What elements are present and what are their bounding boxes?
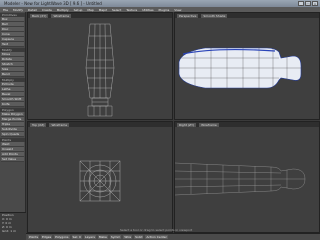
viewport-right[interactable]: Right (ZY) Wireframe xyxy=(174,121,320,233)
tool-button-bend[interactable]: Bend xyxy=(1,72,24,77)
menu-tab-multiply[interactable]: Multiply xyxy=(57,8,69,12)
tool-button-set-value[interactable]: Set Value xyxy=(1,157,24,162)
back-view-wireframe xyxy=(85,23,115,117)
menu-tab-detail[interactable]: Detail xyxy=(28,8,37,12)
view-type-dropdown[interactable]: Perspective xyxy=(177,13,199,18)
coord-readout: Grid: 1 m xyxy=(2,229,17,233)
coordinate-panel: Position X: 0 m Y: 0 m Z: 0 m Grid: 1 m xyxy=(0,212,26,240)
status-hint: Select a tool or drag to select points i… xyxy=(120,228,193,232)
status-button-solid[interactable]: Solid xyxy=(134,235,144,239)
menu-tab-texture[interactable]: Texture xyxy=(126,8,137,12)
view-type-dropdown[interactable]: Back (XY) xyxy=(30,13,49,18)
status-button-action-center[interactable]: Action Center xyxy=(145,235,168,239)
top-view-wireframe xyxy=(79,160,121,202)
menu-tab-map[interactable]: Map xyxy=(87,8,93,12)
window-controls: _ □ × xyxy=(298,1,318,6)
menu-tab-file[interactable]: File xyxy=(3,8,8,12)
render-mode-dropdown[interactable]: Smooth Shade xyxy=(201,13,228,18)
view-type-dropdown[interactable]: Right (ZY) xyxy=(177,122,197,127)
menu-tab-select[interactable]: Select xyxy=(112,8,121,12)
status-button-symm[interactable]: Symm xyxy=(109,235,122,239)
close-button[interactable]: × xyxy=(312,1,318,6)
render-mode-dropdown[interactable]: Wireframe xyxy=(49,122,70,127)
maximize-button[interactable]: □ xyxy=(305,1,311,6)
viewport-top[interactable]: Top (XZ) Wireframe xyxy=(27,121,173,233)
render-mode-dropdown[interactable]: Wireframe xyxy=(199,122,219,127)
view-type-dropdown[interactable]: Top (XZ) xyxy=(30,122,47,127)
menu-tab-utilities[interactable]: Utilities xyxy=(142,8,153,12)
minimize-button[interactable]: _ xyxy=(298,1,304,6)
menu-tab-setup[interactable]: Setup xyxy=(74,8,83,12)
status-button-wire[interactable]: Wire xyxy=(123,235,133,239)
render-mode-dropdown[interactable]: Wireframe xyxy=(51,13,72,18)
status-bar: Points Edges Polygons Sel: 0 Layers Make Symm W… xyxy=(26,233,320,240)
status-button-polygons[interactable]: Polygons xyxy=(54,235,70,239)
status-button-layers[interactable]: Layers xyxy=(83,235,96,239)
viewport-perspective[interactable]: Perspective Smooth Shade xyxy=(174,12,320,120)
tool-button-spin-quads[interactable]: Spin Quads xyxy=(1,132,24,137)
status-button-sel-0[interactable]: Sel: 0 xyxy=(71,235,82,239)
status-button-make[interactable]: Make xyxy=(97,235,108,239)
menu-tab-view[interactable]: View xyxy=(174,8,181,12)
tool-button-knife[interactable]: Knife xyxy=(1,102,24,107)
window-title: Modeler - New for LightWave 3D [ 9.6 ] -… xyxy=(4,1,102,6)
menu-tab-map2[interactable]: Map2 xyxy=(99,8,107,12)
tool-button-text[interactable]: Text xyxy=(1,42,24,47)
status-button-edges[interactable]: Edges xyxy=(41,235,53,239)
right-view-wireframe xyxy=(175,162,306,196)
title-bar: Modeler - New for LightWave 3D [ 9.6 ] -… xyxy=(0,0,320,7)
menu-tab-create[interactable]: Create xyxy=(42,8,52,12)
viewport-back[interactable]: Back (XY) Wireframe xyxy=(27,12,173,120)
tool-sidebar: Primitives Box Ball Disc Cone Capsule Text Modi… xyxy=(0,12,26,233)
menu-tab-modify[interactable]: Modify xyxy=(13,8,23,12)
status-button-points[interactable]: Points xyxy=(28,235,40,239)
perspective-shaded-model xyxy=(178,47,302,89)
menu-tab-plugins[interactable]: Plugins xyxy=(159,8,170,12)
